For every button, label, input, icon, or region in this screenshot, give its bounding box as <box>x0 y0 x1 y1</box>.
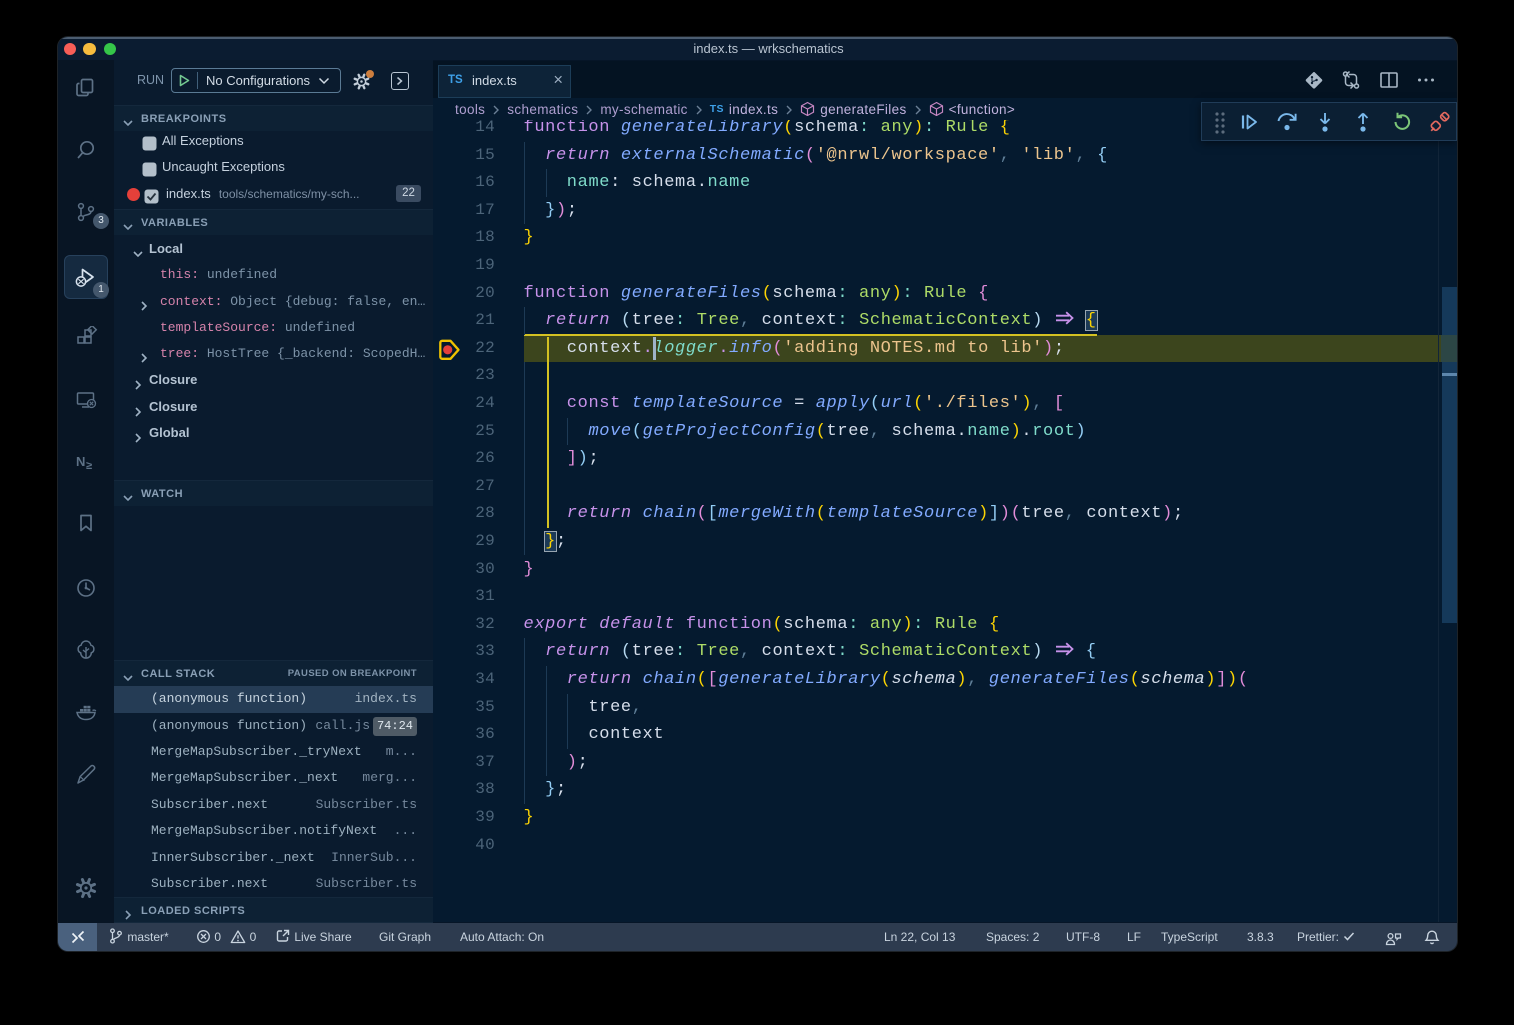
svg-text:≥: ≥ <box>86 460 92 472</box>
svg-text:N: N <box>76 454 85 469</box>
